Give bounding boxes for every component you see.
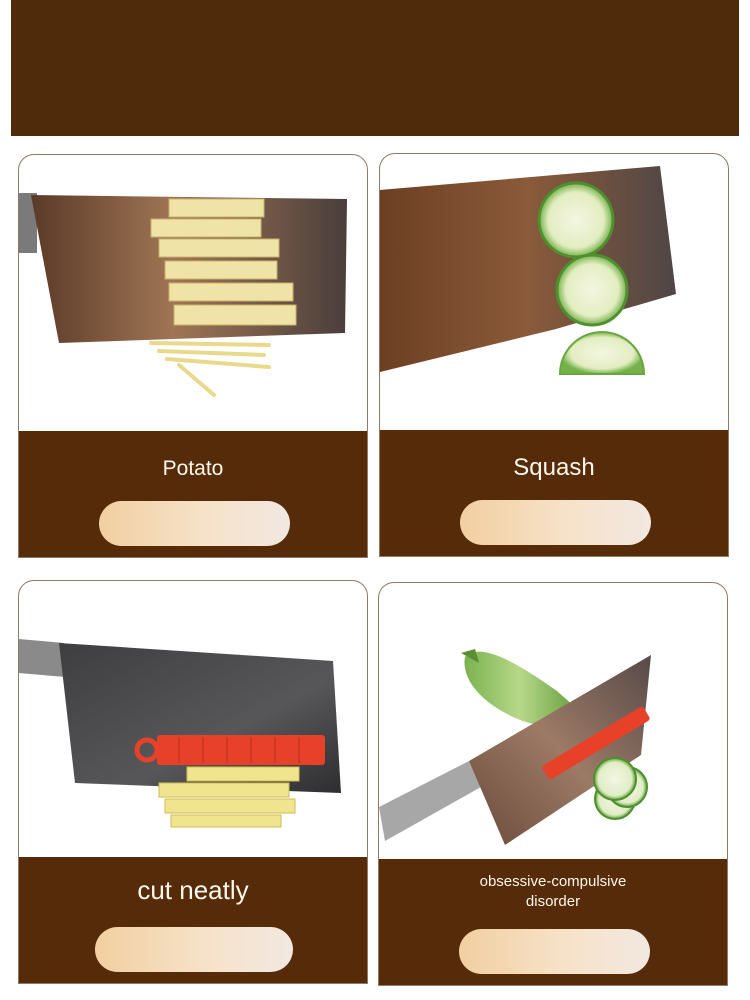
knife-guard-zucchini-icon xyxy=(379,583,727,859)
card-caption: obsessive-compulsive disorder xyxy=(479,873,627,910)
knife-squash-slices-icon xyxy=(380,154,728,430)
top-banner xyxy=(11,0,739,136)
product-card-potato[interactable]: Potato xyxy=(18,154,368,558)
action-button[interactable] xyxy=(99,501,290,546)
card-footer: Squash xyxy=(380,430,728,556)
card-footer: Potato xyxy=(19,431,367,557)
action-button[interactable] xyxy=(460,500,651,545)
knife-potato-strips-icon xyxy=(19,155,367,431)
card-footer: obsessive-compulsive disorder xyxy=(379,859,727,985)
card-caption: cut neatly xyxy=(137,875,249,905)
card-caption: Potato xyxy=(162,457,224,480)
product-card-squash[interactable]: Squash xyxy=(379,153,729,557)
action-button[interactable] xyxy=(459,929,650,974)
product-card-ocd[interactable]: obsessive-compulsive disorder xyxy=(378,582,728,986)
card-footer: cut neatly xyxy=(19,857,367,983)
knife-guard-potato-icon xyxy=(19,581,367,857)
product-card-cut-neatly[interactable]: cut neatly xyxy=(18,580,368,984)
action-button[interactable] xyxy=(95,927,293,972)
card-caption: Squash xyxy=(513,454,595,481)
